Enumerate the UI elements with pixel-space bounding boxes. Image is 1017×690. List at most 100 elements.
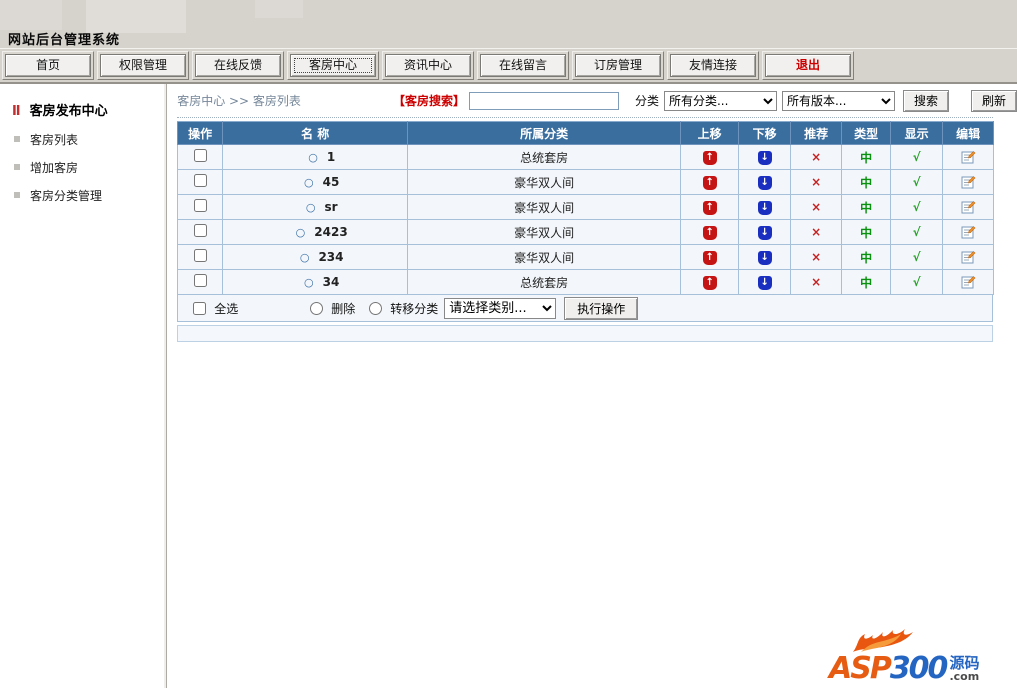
recommend-cell: × xyxy=(790,269,843,295)
row-select-cell xyxy=(177,244,224,270)
recommend-off-icon[interactable]: × xyxy=(811,250,821,264)
move-up-icon[interactable]: ↑ xyxy=(702,276,717,290)
display-on-icon[interactable]: √ xyxy=(913,150,921,164)
delete-radio[interactable] xyxy=(310,301,324,315)
edit-icon[interactable] xyxy=(960,175,976,189)
type-icon[interactable]: 中 xyxy=(860,276,872,290)
batch-category-select[interactable]: 请选择类别... xyxy=(444,297,557,319)
execute-button[interactable]: 执行操作 xyxy=(564,296,639,320)
type-icon[interactable]: 中 xyxy=(860,201,872,215)
nav-tab-group: 友情连接 xyxy=(667,51,759,80)
main-panel: 客房中心 >> 客房列表 【客房搜索】 分类 所有分类... 所有版本... 搜… xyxy=(167,84,1017,688)
edit-icon[interactable] xyxy=(960,250,976,264)
version-select[interactable]: 所有版本... xyxy=(781,90,895,111)
move-up-icon[interactable]: ↑ xyxy=(702,226,717,240)
room-name-cell: ○ 2423 xyxy=(222,219,409,245)
table-row: ○ sr 豪华双人间 ↑ ↓ × 中 √ xyxy=(177,194,995,220)
row-select-cell xyxy=(177,219,224,245)
sidebar-item-2[interactable]: 客房分类管理 xyxy=(14,187,166,204)
edit-icon[interactable] xyxy=(960,275,976,289)
display-on-icon[interactable]: √ xyxy=(913,175,921,189)
recommend-off-icon[interactable]: × xyxy=(811,225,821,239)
refresh-button[interactable]: 刷新 xyxy=(970,89,1017,112)
edit-cell xyxy=(942,169,995,195)
display-cell: √ xyxy=(890,144,944,170)
breadcrumb[interactable]: 客房中心 >> 客房列表 xyxy=(177,92,301,109)
display-on-icon[interactable]: √ xyxy=(913,275,921,289)
select-all-checkbox[interactable] xyxy=(193,301,207,315)
display-on-icon[interactable]: √ xyxy=(913,200,921,214)
nav-tab-group: 首页 xyxy=(2,51,94,80)
move-down-icon[interactable]: ↓ xyxy=(757,176,772,190)
nav-tab-0[interactable]: 首页 xyxy=(5,54,91,77)
sidebar-item-label: 客房列表 xyxy=(30,133,79,147)
row-checkbox[interactable] xyxy=(193,199,207,212)
room-category-cell: 总统套房 xyxy=(407,144,682,170)
room-category-cell: 总统套房 xyxy=(407,269,682,295)
recommend-off-icon[interactable]: × xyxy=(811,150,821,164)
table-footer-bar xyxy=(177,325,994,342)
type-icon[interactable]: 中 xyxy=(860,151,872,165)
type-icon[interactable]: 中 xyxy=(860,176,872,190)
column-header: 类型 xyxy=(841,121,892,145)
move-down-cell: ↓ xyxy=(738,244,792,270)
room-name: 45 xyxy=(322,175,340,189)
search-button[interactable]: 搜索 xyxy=(902,89,949,112)
recommend-off-icon[interactable]: × xyxy=(811,175,821,189)
edit-icon[interactable] xyxy=(960,150,976,164)
edit-cell xyxy=(942,144,995,170)
logo-cn-text: 源码 xyxy=(949,654,980,672)
row-checkbox[interactable] xyxy=(193,274,207,287)
sidebar-item-0[interactable]: 客房列表 xyxy=(14,131,166,148)
row-checkbox[interactable] xyxy=(193,224,207,237)
nav-tab-5[interactable]: 在线留言 xyxy=(480,54,566,77)
room-name: 2423 xyxy=(314,225,348,239)
move-up-icon[interactable]: ↑ xyxy=(702,201,717,215)
edit-icon[interactable] xyxy=(960,200,976,214)
nav-tab-7[interactable]: 友情连接 xyxy=(670,54,756,77)
search-input[interactable] xyxy=(468,91,619,110)
nav-tab-2[interactable]: 在线反馈 xyxy=(195,54,281,77)
edit-cell xyxy=(942,219,995,245)
nav-tab-3[interactable]: 客房中心 xyxy=(290,54,376,77)
display-cell: √ xyxy=(890,169,944,195)
move-down-icon[interactable]: ↓ xyxy=(757,201,772,215)
row-checkbox[interactable] xyxy=(193,149,207,162)
category-select[interactable]: 所有分类... xyxy=(663,90,777,111)
app-title: 网站后台管理系统 xyxy=(8,33,121,48)
move-down-icon[interactable]: ↓ xyxy=(757,251,772,265)
recommend-off-icon[interactable]: × xyxy=(811,200,821,214)
edit-cell xyxy=(942,244,995,270)
nav-tab-1[interactable]: 权限管理 xyxy=(100,54,186,77)
row-checkbox[interactable] xyxy=(193,174,207,187)
edit-icon[interactable] xyxy=(960,225,976,239)
display-cell: √ xyxy=(890,269,944,295)
move-down-icon[interactable]: ↓ xyxy=(757,276,772,290)
type-icon[interactable]: 中 xyxy=(860,226,872,240)
bullet-circle-icon: ○ xyxy=(304,176,314,189)
display-cell: √ xyxy=(890,194,944,220)
room-category-cell: 豪华双人间 xyxy=(407,244,682,270)
type-icon[interactable]: 中 xyxy=(860,251,872,265)
nav-tab-8[interactable]: 退出 xyxy=(765,54,851,77)
recommend-off-icon[interactable]: × xyxy=(811,275,821,289)
nav-tab-4[interactable]: 资讯中心 xyxy=(385,54,471,77)
move-up-icon[interactable]: ↑ xyxy=(702,176,717,190)
move-down-icon[interactable]: ↓ xyxy=(757,151,772,165)
transfer-category-radio[interactable] xyxy=(369,301,383,315)
nav-tab-group: 客房中心 xyxy=(287,51,379,80)
move-down-icon[interactable]: ↓ xyxy=(757,226,772,240)
room-name: 1 xyxy=(326,150,336,164)
edit-cell xyxy=(942,194,995,220)
column-header: 名 称 xyxy=(222,121,409,145)
nav-tab-6[interactable]: 订房管理 xyxy=(575,54,661,77)
sidebar-item-1[interactable]: 增加客房 xyxy=(14,159,166,176)
move-up-icon[interactable]: ↑ xyxy=(702,151,717,165)
display-on-icon[interactable]: √ xyxy=(913,225,921,239)
row-checkbox[interactable] xyxy=(193,249,207,262)
logo-com-text: .com xyxy=(949,670,980,683)
display-on-icon[interactable]: √ xyxy=(913,250,921,264)
move-up-icon[interactable]: ↑ xyxy=(702,251,717,265)
nav-tab-group: 权限管理 xyxy=(97,51,189,80)
room-name: 234 xyxy=(318,250,344,264)
